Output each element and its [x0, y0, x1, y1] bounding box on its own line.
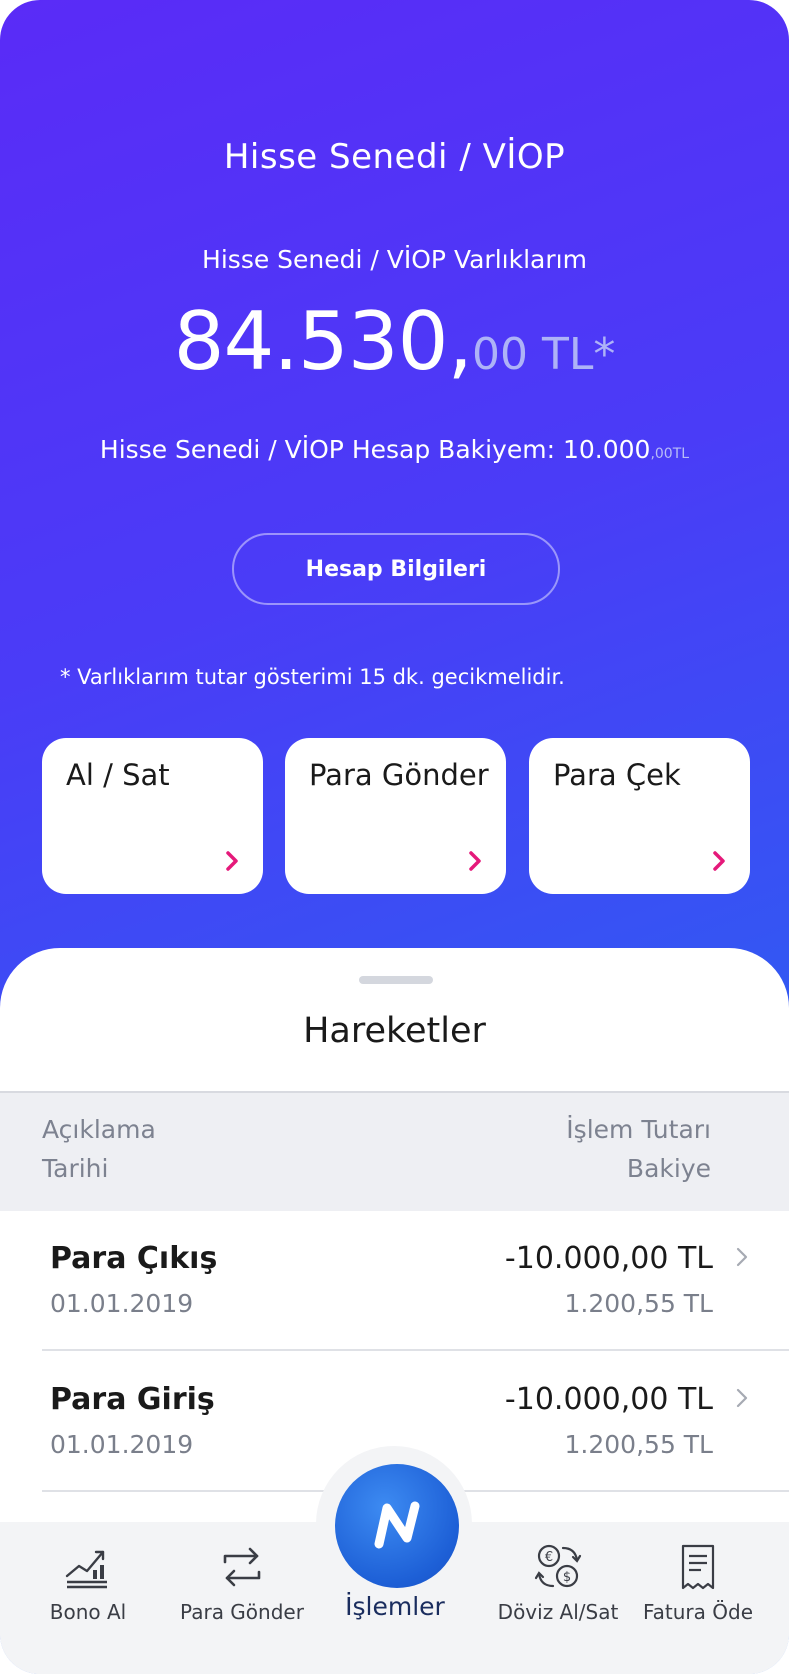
action-label: Al / Sat [66, 758, 170, 792]
transaction-date: 01.01.2019 [50, 1430, 194, 1459]
chevron-right-icon [713, 851, 725, 871]
tab-doviz-al-sat[interactable]: € $ Döviz Al/Sat [478, 1542, 638, 1624]
svg-text:€: € [545, 1550, 553, 1565]
tab-label: Bono Al [49, 1600, 127, 1624]
quick-actions: Al / Sat Para Gönder Para Çek [42, 738, 752, 894]
action-label: Para Çek [553, 758, 681, 792]
buy-sell-card[interactable]: Al / Sat [42, 738, 263, 894]
transaction-name: Para Çıkış [50, 1241, 218, 1276]
header-description: Açıklama [42, 1115, 156, 1144]
header-amount: İşlem Tutarı [566, 1115, 711, 1144]
withdraw-money-card[interactable]: Para Çek [529, 738, 750, 894]
page-title: Hisse Senedi / VİOP [223, 137, 566, 177]
tab-label: Döviz Al/Sat [497, 1600, 619, 1624]
header-balance: Bakiye [626, 1154, 711, 1183]
account-balance: Hisse Senedi / VİOP Hesap Bakiyem: 10.00… [0, 435, 789, 464]
transaction-balance: 1.200,55 TL [564, 1289, 713, 1318]
app-screen: Hisse Senedi / VİOP Hisse Senedi / VİOP … [0, 0, 789, 1674]
transfer-icon [223, 1547, 261, 1587]
receipt-icon [681, 1544, 715, 1590]
islemler-button[interactable] [335, 1464, 459, 1588]
amount-main: 84.530, [173, 295, 473, 388]
svg-text:$: $ [563, 1570, 571, 1585]
tab-label: Para Gönder [180, 1600, 304, 1624]
chevron-right-icon [736, 1388, 748, 1408]
assets-label: Hisse Senedi / VİOP Varlıklarım [202, 245, 587, 274]
transaction-amount: -10.000,00 TL [504, 1241, 713, 1276]
hero-section: Hisse Senedi / VİOP Hisse Senedi / VİOP … [0, 0, 789, 705]
chevron-right-icon [736, 1247, 748, 1267]
currency-exchange-icon: € $ [534, 1544, 582, 1588]
delay-footnote: * Varlıklarım tutar gösterimi 15 dk. gec… [60, 665, 565, 689]
header-date: Tarihi [42, 1154, 109, 1183]
tab-bono-al[interactable]: Bono Al [8, 1542, 168, 1624]
transactions-header: Açıklama Tarihi İşlem Tutarı Bakiye [0, 1091, 789, 1211]
transaction-balance: 1.200,55 TL [564, 1430, 713, 1459]
islemler-label[interactable]: İşlemler [300, 1592, 490, 1621]
account-info-button[interactable]: Hesap Bilgileri [232, 533, 560, 605]
balance-label: Hisse Senedi / VİOP Hesap Bakiyem: 10.00… [99, 435, 651, 464]
assets-amount: 84.530,00 TL* [0, 302, 789, 382]
tab-fatura-ode[interactable]: Fatura Öde [618, 1542, 778, 1624]
table-row[interactable]: Para Çıkış 01.01.2019 -10.000,00 TL 1.20… [0, 1211, 789, 1351]
send-money-card[interactable]: Para Gönder [285, 738, 506, 894]
tab-label: Fatura Öde [642, 1600, 754, 1624]
transaction-amount: -10.000,00 TL [504, 1382, 713, 1417]
sheet-drag-handle[interactable] [359, 976, 433, 984]
n-logo-icon [374, 1501, 420, 1549]
amount-decimal: 00 TL* [471, 329, 616, 380]
tab-para-gonder[interactable]: Para Gönder [162, 1542, 322, 1624]
chevron-right-icon [469, 851, 481, 871]
chevron-right-icon [226, 851, 238, 871]
chart-icon [65, 1550, 107, 1589]
transaction-name: Para Giriş [50, 1382, 215, 1417]
action-label: Para Gönder [309, 758, 489, 792]
balance-decimal: ,00TL [650, 446, 690, 462]
row-divider [42, 1349, 789, 1351]
transactions-title: Hareketler [303, 1011, 486, 1051]
transaction-date: 01.01.2019 [50, 1289, 194, 1318]
